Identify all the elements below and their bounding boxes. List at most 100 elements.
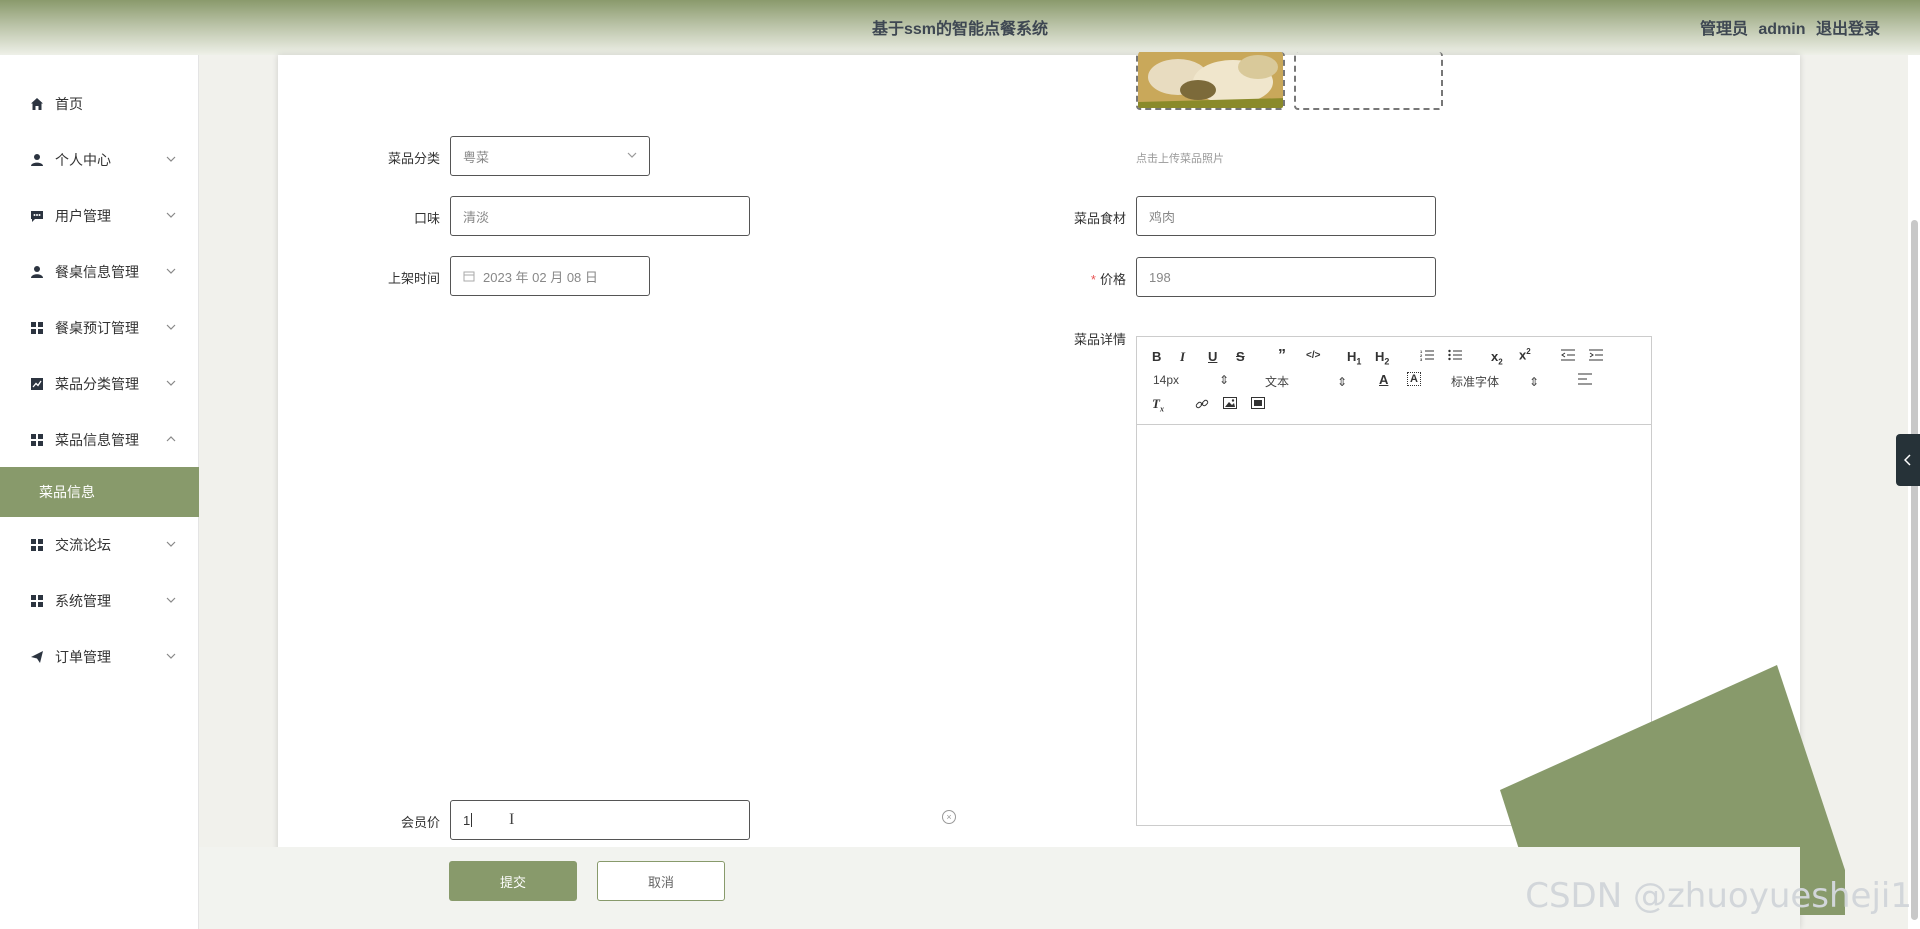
ordered-list-icon[interactable]: 123	[1420, 349, 1434, 364]
sidebar-item-system[interactable]: 系统管理	[0, 573, 199, 629]
price-label-text: 价格	[1099, 272, 1126, 287]
chart-icon	[29, 376, 45, 392]
chevron-down-icon	[166, 324, 176, 330]
grid-icon	[29, 432, 45, 448]
indent-icon[interactable]	[1589, 349, 1603, 364]
sidebar-item-profile[interactable]: 个人中心	[0, 132, 199, 188]
sidebar-item-dish-info[interactable]: 菜品信息管理	[0, 412, 199, 468]
sidebar-item-table-info[interactable]: 餐桌信息管理	[0, 244, 199, 300]
heading1-icon[interactable]: H1	[1347, 349, 1361, 367]
cancel-button[interactable]: 取消	[597, 861, 725, 901]
dish-photo-image	[1138, 52, 1283, 108]
detail-label: 菜品详情	[1073, 332, 1126, 347]
chat-icon	[29, 208, 45, 224]
sidebar-item-label: 餐桌预订管理	[55, 320, 139, 336]
underline-icon[interactable]: U	[1208, 349, 1217, 364]
category-value: 粤菜	[463, 149, 490, 165]
text-cursor-icon: I	[509, 811, 515, 828]
required-marker: *	[1090, 272, 1096, 287]
submit-button[interactable]: 提交	[449, 861, 577, 901]
dish-photo-thumbnail[interactable]	[1136, 52, 1285, 110]
blockquote-icon[interactable]: ”	[1278, 347, 1286, 365]
editor-toolbar: B I U S ” </> H1 H2 123 x2 x2 14px ⇕ 文本 ⇕ …	[1137, 337, 1651, 425]
photo-upload-box[interactable]	[1294, 52, 1443, 110]
send-icon	[29, 649, 45, 665]
sidebar-item-label: 个人中心	[55, 152, 111, 168]
price-value: 198	[1149, 269, 1171, 285]
sidebar-item-users[interactable]: 用户管理	[0, 188, 199, 244]
bullet-list-icon[interactable]	[1448, 349, 1462, 364]
strikethrough-icon[interactable]: S	[1236, 349, 1245, 364]
date-value: 2023 年 02 月 08 日	[483, 269, 598, 285]
username: admin	[1758, 21, 1806, 38]
sidebar-item-dish-category[interactable]: 菜品分类管理	[0, 356, 199, 412]
italic-icon[interactable]: I	[1180, 349, 1185, 365]
watermark: CSDN @zhuoyuesheji1	[1525, 876, 1912, 916]
grid-icon	[29, 537, 45, 553]
taste-input[interactable]: 清淡	[450, 196, 750, 236]
sidebar-item-orders[interactable]: 订单管理	[0, 629, 199, 685]
ingredient-input[interactable]: 鸡肉	[1136, 196, 1436, 236]
font-family-select[interactable]: 标准字体 ⇕	[1451, 373, 1539, 390]
clear-format-icon[interactable]: Tx	[1152, 396, 1164, 414]
sidebar-item-home[interactable]: 首页	[0, 76, 199, 132]
logout-link[interactable]: 退出登录	[1816, 21, 1880, 38]
sidebar-item-label: 菜品分类管理	[55, 376, 139, 392]
date-label: 上架时间	[387, 271, 440, 286]
price-input[interactable]: 198	[1136, 257, 1436, 297]
bold-icon[interactable]: B	[1152, 349, 1161, 364]
link-icon[interactable]	[1195, 397, 1209, 414]
image-icon[interactable]	[1223, 397, 1237, 412]
chevron-down-icon	[166, 380, 176, 386]
grid-icon	[29, 320, 45, 336]
user-area: 管理员 admin 退出登录	[1694, 15, 1880, 39]
subscript-icon[interactable]: x2	[1491, 349, 1503, 367]
calendar-icon	[463, 271, 475, 282]
taste-label: 口味	[413, 211, 440, 226]
font-family-value: 标准字体	[1451, 375, 1500, 389]
date-picker[interactable]: 2023 年 02 月 08 日	[450, 256, 650, 296]
sidebar-item-label: 菜品信息管理	[55, 432, 139, 448]
font-size-value: 14px	[1153, 373, 1180, 387]
background-color-icon[interactable]: A	[1407, 372, 1421, 386]
clear-icon[interactable]: ×	[942, 810, 956, 824]
video-icon[interactable]	[1251, 397, 1265, 412]
member-price-label: 会员价	[400, 815, 440, 830]
category-select[interactable]: 粤菜	[450, 136, 650, 176]
sidebar-item-label: 订单管理	[55, 649, 111, 665]
ingredient-label: 菜品食材	[1073, 211, 1126, 226]
taste-value: 清淡	[463, 209, 490, 225]
sidebar-item-table-booking[interactable]: 餐桌预订管理	[0, 300, 199, 356]
font-size-select[interactable]: 14px ⇕	[1153, 373, 1229, 387]
sidebar-item-forum[interactable]: 交流论坛	[0, 517, 199, 573]
heading2-icon[interactable]: H2	[1375, 349, 1389, 367]
chevron-down-icon	[166, 156, 176, 162]
collapse-panel-tab[interactable]	[1896, 434, 1920, 486]
text-caret	[471, 813, 473, 827]
chevron-down-icon	[166, 653, 176, 659]
code-icon[interactable]: </>	[1306, 350, 1320, 361]
scrollbar-thumb[interactable]	[1911, 220, 1918, 920]
chevron-down-icon	[166, 541, 176, 547]
sidebar-item-label: 交流论坛	[55, 537, 111, 553]
sidebar-item-label: 餐桌信息管理	[55, 264, 139, 280]
chevron-down-icon	[627, 152, 637, 158]
member-price-value: 1	[463, 812, 471, 828]
member-price-input[interactable]: 1 I	[450, 800, 750, 840]
user-role: 管理员	[1699, 21, 1748, 38]
page-scrollbar[interactable]	[1908, 55, 1920, 929]
grid-icon	[29, 593, 45, 609]
sidebar-item-label: 首页	[55, 96, 83, 112]
align-icon[interactable]	[1578, 373, 1592, 388]
text-type-value: 文本	[1265, 375, 1290, 389]
font-color-icon[interactable]: A	[1379, 372, 1388, 387]
superscript-icon[interactable]: x2	[1519, 347, 1531, 362]
svg-text:3: 3	[1420, 357, 1423, 361]
sidebar-subitem-dish-info[interactable]: 菜品信息	[0, 467, 199, 517]
chevron-down-icon	[166, 268, 176, 274]
outdent-icon[interactable]	[1561, 349, 1575, 364]
text-type-select[interactable]: 文本 ⇕	[1265, 373, 1347, 390]
sidebar: 首页 个人中心 用户管理 餐桌信息管理 餐桌预订管理 菜品分类管理 菜品信息管理…	[0, 55, 199, 929]
chevron-left-icon	[1904, 454, 1911, 466]
sidebar-item-label: 系统管理	[55, 593, 111, 609]
